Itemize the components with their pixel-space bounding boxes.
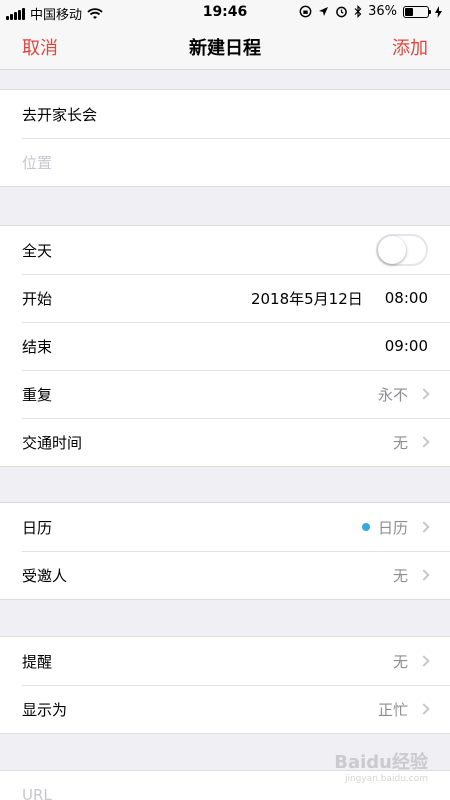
location-icon bbox=[319, 7, 329, 16]
show-as-label: 显示为 bbox=[22, 700, 68, 719]
calendar-color-dot bbox=[361, 523, 370, 531]
show-as-value: 正忙 bbox=[377, 700, 408, 719]
bluetooth-icon bbox=[354, 5, 362, 18]
add-button[interactable]: 添加 bbox=[392, 34, 428, 60]
battery-level bbox=[405, 7, 413, 16]
watermark: Baidu经验 jingyan.baidu.com bbox=[334, 748, 428, 784]
show-as-row[interactable]: 显示为 正忙 bbox=[0, 685, 450, 733]
start-label: 开始 bbox=[22, 289, 53, 308]
travel-time-label: 交通时间 bbox=[22, 433, 83, 452]
all-day-label: 全天 bbox=[22, 241, 53, 260]
chevron-right-icon bbox=[418, 655, 430, 667]
nav-bar: 取消 新建日程 添加 bbox=[0, 24, 450, 70]
chevron-right-icon bbox=[418, 436, 430, 448]
time-group: 全天 开始 2018年5月12日 08:00 结束 09:00 重复 永不 交通… bbox=[0, 225, 450, 467]
travel-time-value: 无 bbox=[392, 433, 408, 452]
watermark-text: Baidu经验 bbox=[334, 752, 428, 773]
calendar-value: 日历 bbox=[377, 518, 408, 537]
repeat-row[interactable]: 重复 永不 bbox=[0, 370, 450, 418]
all-day-row: 全天 bbox=[0, 226, 450, 274]
chevron-right-icon bbox=[418, 703, 430, 715]
lock-rotation-icon bbox=[299, 5, 312, 18]
end-time: 09:00 bbox=[384, 337, 428, 355]
location-field[interactable]: 位置 bbox=[0, 138, 450, 186]
travel-time-row[interactable]: 交通时间 无 bbox=[0, 418, 450, 466]
status-right: 36% bbox=[299, 4, 442, 19]
repeat-label: 重复 bbox=[22, 385, 53, 404]
alert-row[interactable]: 提醒 无 bbox=[0, 637, 450, 685]
alert-label: 提醒 bbox=[22, 652, 53, 671]
start-row[interactable]: 开始 2018年5月12日 08:00 bbox=[0, 274, 450, 322]
calendar-label: 日历 bbox=[22, 518, 53, 537]
url-placeholder: URL bbox=[22, 786, 52, 800]
battery-icon bbox=[403, 5, 431, 18]
status-bar: 中国移动 19:46 36% bbox=[0, 0, 450, 24]
start-date: 2018年5月12日 bbox=[250, 289, 363, 308]
start-time: 08:00 bbox=[384, 289, 428, 307]
chevron-right-icon bbox=[418, 569, 430, 581]
page-title: 新建日程 bbox=[189, 38, 261, 59]
end-row[interactable]: 结束 09:00 bbox=[0, 322, 450, 370]
chevron-right-icon bbox=[418, 388, 430, 400]
chevron-right-icon bbox=[418, 521, 430, 533]
location-placeholder: 位置 bbox=[22, 153, 53, 172]
all-day-toggle[interactable] bbox=[376, 234, 428, 266]
invitees-label: 受邀人 bbox=[22, 566, 68, 585]
title-field[interactable]: 去开家长会 bbox=[0, 90, 450, 138]
calendar-group: 日历 日历 受邀人 无 bbox=[0, 502, 450, 600]
repeat-value: 永不 bbox=[377, 385, 408, 404]
alarm-icon bbox=[336, 6, 347, 18]
end-label: 结束 bbox=[22, 337, 53, 356]
invitees-row[interactable]: 受邀人 无 bbox=[0, 551, 450, 599]
charging-icon bbox=[435, 5, 442, 18]
battery-percent: 36% bbox=[368, 4, 397, 19]
calendar-row[interactable]: 日历 日历 bbox=[0, 503, 450, 551]
toggle-knob bbox=[378, 236, 406, 264]
watermark-sub: jingyan.baidu.com bbox=[344, 774, 428, 784]
alert-group: 提醒 无 显示为 正忙 bbox=[0, 636, 450, 734]
invitees-value: 无 bbox=[392, 566, 408, 585]
title-location-group: 去开家长会 位置 bbox=[0, 89, 450, 187]
title-value: 去开家长会 bbox=[22, 105, 98, 124]
alert-value: 无 bbox=[392, 652, 408, 671]
